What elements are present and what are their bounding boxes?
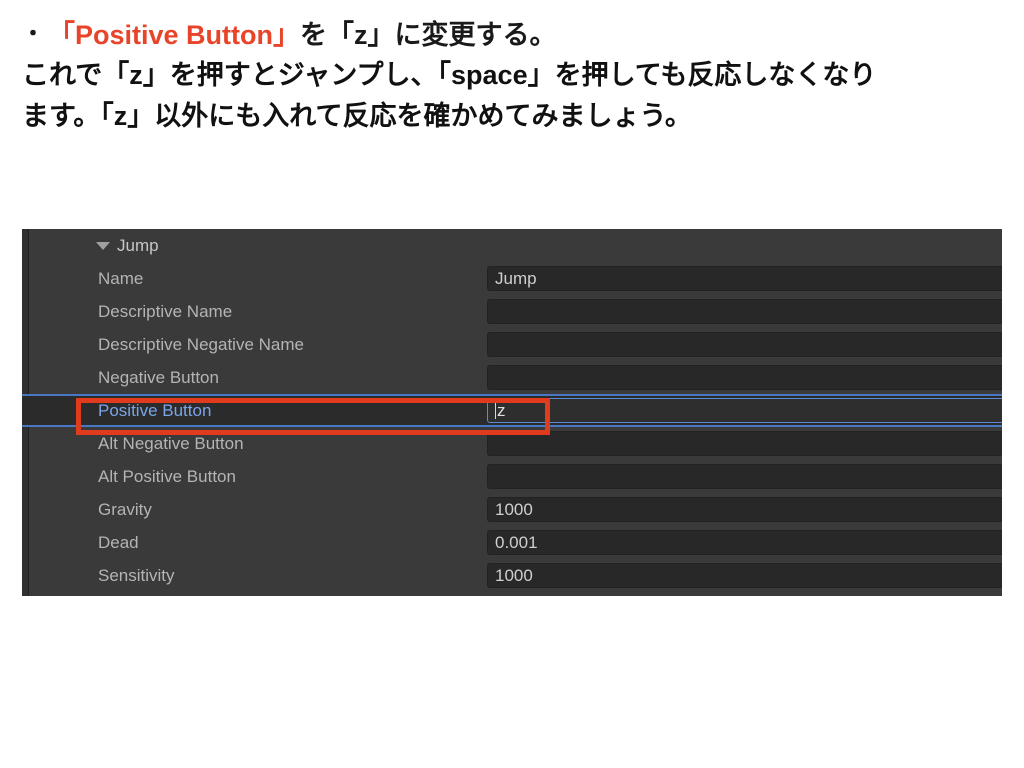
body-line-1: これで「z」を押すとジャンプし、「space」を押しても反応しなくなり <box>22 60 877 90</box>
table-row[interactable]: Negative Button <box>22 361 1002 394</box>
alt-positive-button-field[interactable] <box>487 464 1002 489</box>
table-row-positive-button[interactable]: Positive Button z <box>22 394 1002 427</box>
unity-inspector-panel: Jump Name Jump Descriptive Name Descript… <box>22 229 1002 596</box>
narrative-text-block: ・「Positive Button」を「z」に変更する。 これで「z」を押すとジ… <box>22 14 1012 137</box>
table-row[interactable]: Alt Positive Button <box>22 460 1002 493</box>
alt-negative-button-field[interactable] <box>487 431 1002 456</box>
inspector-group-header-jump[interactable]: Jump <box>22 229 1002 262</box>
name-field[interactable]: Jump <box>487 266 1002 291</box>
table-row[interactable]: Gravity 1000 <box>22 493 1002 526</box>
table-row[interactable]: Sensitivity 1000 <box>22 559 1002 592</box>
sensitivity-field[interactable]: 1000 <box>487 563 1002 588</box>
row-label: Name <box>98 269 144 288</box>
table-row[interactable]: Name Jump <box>22 262 1002 295</box>
dead-field[interactable]: 0.001 <box>487 530 1002 555</box>
table-row[interactable]: Dead 0.001 <box>22 526 1002 559</box>
bullet-marker: ・ <box>22 21 45 46</box>
group-label: Jump <box>117 236 159 255</box>
row-label: Gravity <box>98 500 152 519</box>
row-label: Positive Button <box>98 401 212 420</box>
inspector-rows: Jump Name Jump Descriptive Name Descript… <box>22 229 1002 592</box>
slide-page: ・「Positive Button」を「z」に変更する。 これで「z」を押すとジ… <box>0 0 1024 768</box>
gravity-field[interactable]: 1000 <box>487 497 1002 522</box>
descriptive-negative-name-field[interactable] <box>487 332 1002 357</box>
row-label: Negative Button <box>98 368 219 387</box>
row-label: Descriptive Negative Name <box>98 335 304 354</box>
row-label: Sensitivity <box>98 566 175 585</box>
triangle-down-icon[interactable] <box>96 242 110 250</box>
table-row[interactable]: Alt Negative Button <box>22 427 1002 460</box>
row-label: Dead <box>98 533 139 552</box>
table-row[interactable]: Descriptive Name <box>22 295 1002 328</box>
table-row[interactable]: Descriptive Negative Name <box>22 328 1002 361</box>
headline-bullet-line: ・「Positive Button」を「z」に変更する。 <box>22 14 1012 55</box>
row-label: Alt Positive Button <box>98 467 236 486</box>
row-label: Descriptive Name <box>98 302 233 321</box>
row-label: Alt Negative Button <box>98 434 244 453</box>
positive-button-value: z <box>497 401 506 420</box>
negative-button-field[interactable] <box>487 365 1002 390</box>
body-line-2: ます。「z」以外にも入れて反応を確かめてみましょう。 <box>22 101 692 131</box>
headline-rest-phrase: を「z」に変更する。 <box>300 20 557 50</box>
text-caret <box>495 403 496 419</box>
positive-button-field[interactable]: z <box>487 398 1002 423</box>
descriptive-name-field[interactable] <box>487 299 1002 324</box>
headline-accent-phrase: 「Positive Button」 <box>48 20 301 50</box>
